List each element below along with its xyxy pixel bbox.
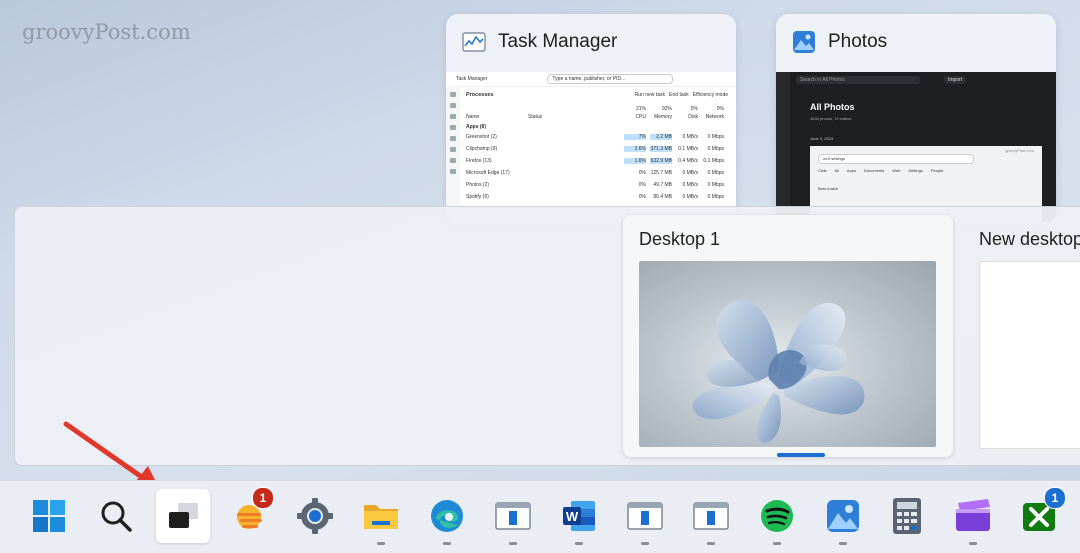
task-manager-title-bar: Task Manager (446, 14, 736, 70)
xbox-badge: 1 (1044, 487, 1066, 509)
window-app-2-running-indicator (641, 542, 649, 545)
window-icon (495, 502, 531, 530)
edge-button[interactable] (420, 489, 474, 545)
task-view-icon (169, 503, 198, 528)
edge-icon (431, 500, 463, 532)
word-icon: W (563, 501, 595, 531)
bloom-wallpaper (692, 299, 865, 443)
photos-title-bar: Photos (776, 14, 1056, 70)
file-explorer-button[interactable] (354, 489, 408, 545)
ph-tab: Documents (864, 168, 885, 173)
tm-process-row: Greenshot (2) 7% 2.2 MB 0 MB/s 0 Mbps (466, 134, 724, 140)
desktop-1-label[interactable]: Desktop 1 (639, 229, 720, 250)
ph-date: June 3, 2023 (810, 136, 834, 141)
window-icon (693, 502, 729, 530)
photos-icon (793, 31, 815, 53)
window-app-button-1[interactable] (486, 489, 540, 545)
tm-process-row: Microsoft Edge (17) 0% 125.7 MB 0 MB/s 0 Mbp… (466, 170, 724, 176)
clipchamp-running-indicator (969, 542, 977, 545)
start-button[interactable] (22, 489, 76, 543)
ph-subheading: 4634 photos, 10 videos (810, 116, 852, 121)
ph-search: Search in All Photos (796, 76, 920, 84)
calculator-icon (893, 498, 921, 534)
ph-tab: Chat (818, 168, 827, 173)
ph-tab: Settings (908, 168, 923, 173)
ph-import: Import (944, 76, 967, 84)
widgets-badge: 1 (252, 487, 274, 509)
tm-process-row: Firefox (13) 1.6% 632.9 MB 0.4 MB/s 0.1 Mbps (466, 158, 724, 164)
clipchamp-icon (956, 499, 990, 531)
tm-process-row: Spotify (6) 0% 80.4 MB 0 MB/s 0 Mbps (466, 194, 724, 200)
photos-title: Photos (828, 31, 888, 52)
desktop-1-preview[interactable] (639, 261, 936, 447)
search-icon (101, 501, 132, 532)
photos-preview: Search in All Photos Import All Photos 4… (776, 72, 1056, 224)
spotify-running-indicator (773, 542, 781, 545)
window-app-button-2[interactable] (618, 489, 672, 545)
new-desktop-label[interactable]: New desktop (979, 229, 1080, 250)
watermark: groovyPost.com (22, 20, 191, 44)
ph-heading: All Photos (810, 102, 855, 112)
window-app-button-3[interactable] (684, 489, 738, 545)
windows-logo-icon (33, 500, 65, 532)
window-icon (627, 502, 663, 530)
word-running-indicator (575, 542, 583, 545)
task-view-button[interactable] (156, 489, 210, 543)
edge-running-indicator (443, 542, 451, 545)
svg-text:W: W (566, 509, 579, 524)
widgets-button[interactable]: 1 (222, 487, 276, 543)
ph-tab: Apps (846, 168, 857, 173)
new-desktop-preview[interactable] (979, 261, 1080, 449)
ph-tab: People (930, 168, 944, 173)
file-explorer-running-indicator (377, 542, 385, 545)
spotify-icon (761, 500, 793, 532)
word-button[interactable]: W (552, 489, 606, 545)
settings-button[interactable] (288, 489, 342, 543)
tm-search: Type a name, publisher, or PID... (547, 74, 674, 84)
photos-window-thumbnail[interactable]: Photos Search in All Photos Import All P… (776, 14, 1056, 224)
tm-app-title: Task Manager (456, 76, 488, 82)
taskbar: 1 W 1 (0, 480, 1080, 553)
tm-process-row: Clipchamp (9) 2.6% 371.3 MB 0.1 MB/s 0 Mbps (466, 146, 724, 152)
desktop-scroll-indicator[interactable] (777, 453, 825, 457)
photos-button[interactable] (816, 489, 870, 545)
ph-tab: Web (892, 168, 901, 173)
calculator-button[interactable] (880, 489, 934, 543)
task-manager-preview: Task Manager Type a name, publisher, or … (446, 72, 736, 222)
xbox-button[interactable]: 1 (1012, 487, 1066, 543)
task-manager-title: Task Manager (498, 31, 618, 52)
ph-sidebar (776, 72, 790, 222)
photos-icon (827, 500, 859, 532)
new-desktop-card[interactable]: New desktop (969, 215, 1080, 457)
tm-sidebar (446, 86, 460, 222)
task-manager-icon (462, 32, 486, 52)
gear-icon (297, 498, 333, 534)
spotify-button[interactable] (750, 489, 804, 545)
search-button[interactable] (89, 489, 143, 543)
tm-columns-row: Name Status CPU Memory Disk Network (466, 114, 724, 120)
window-app-3-running-indicator (707, 542, 715, 545)
task-manager-window-thumbnail[interactable]: Task Manager Task Manager Type a name, p… (446, 14, 736, 224)
clipchamp-button[interactable] (946, 489, 1000, 545)
task-view-desktops-panel: Desktop 1 New desktop (14, 206, 1080, 466)
tm-group: Apps (8) (466, 124, 486, 130)
desktop-card-1[interactable]: Desktop 1 (623, 215, 953, 457)
folder-icon (364, 505, 398, 529)
photos-running-indicator (839, 542, 847, 545)
tm-process-row: Photos (2) 0% 49.7 MB 0 MB/s 0 Mbps (466, 182, 724, 188)
tm-header: Processes Run new task End task Efficien… (466, 92, 728, 98)
ph-tab: All (834, 168, 839, 173)
window-app-1-running-indicator (509, 542, 517, 545)
